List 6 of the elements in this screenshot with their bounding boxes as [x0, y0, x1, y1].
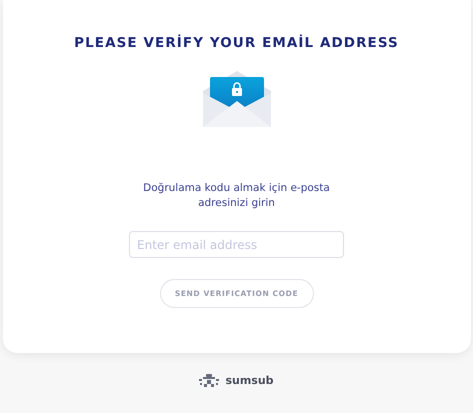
page-title: PLEASE VERİFY YOUR EMAİL ADDRESS: [74, 34, 399, 53]
email-input-field[interactable]: Enter email address: [129, 231, 344, 258]
figure-logo-icon: [199, 374, 220, 388]
instruction-text: Doğrulama kodu almak için e-posta adresinizi girin: [142, 181, 331, 212]
brand-name: sumsub: [225, 373, 274, 389]
envelope-lock-icon: [202, 71, 270, 128]
